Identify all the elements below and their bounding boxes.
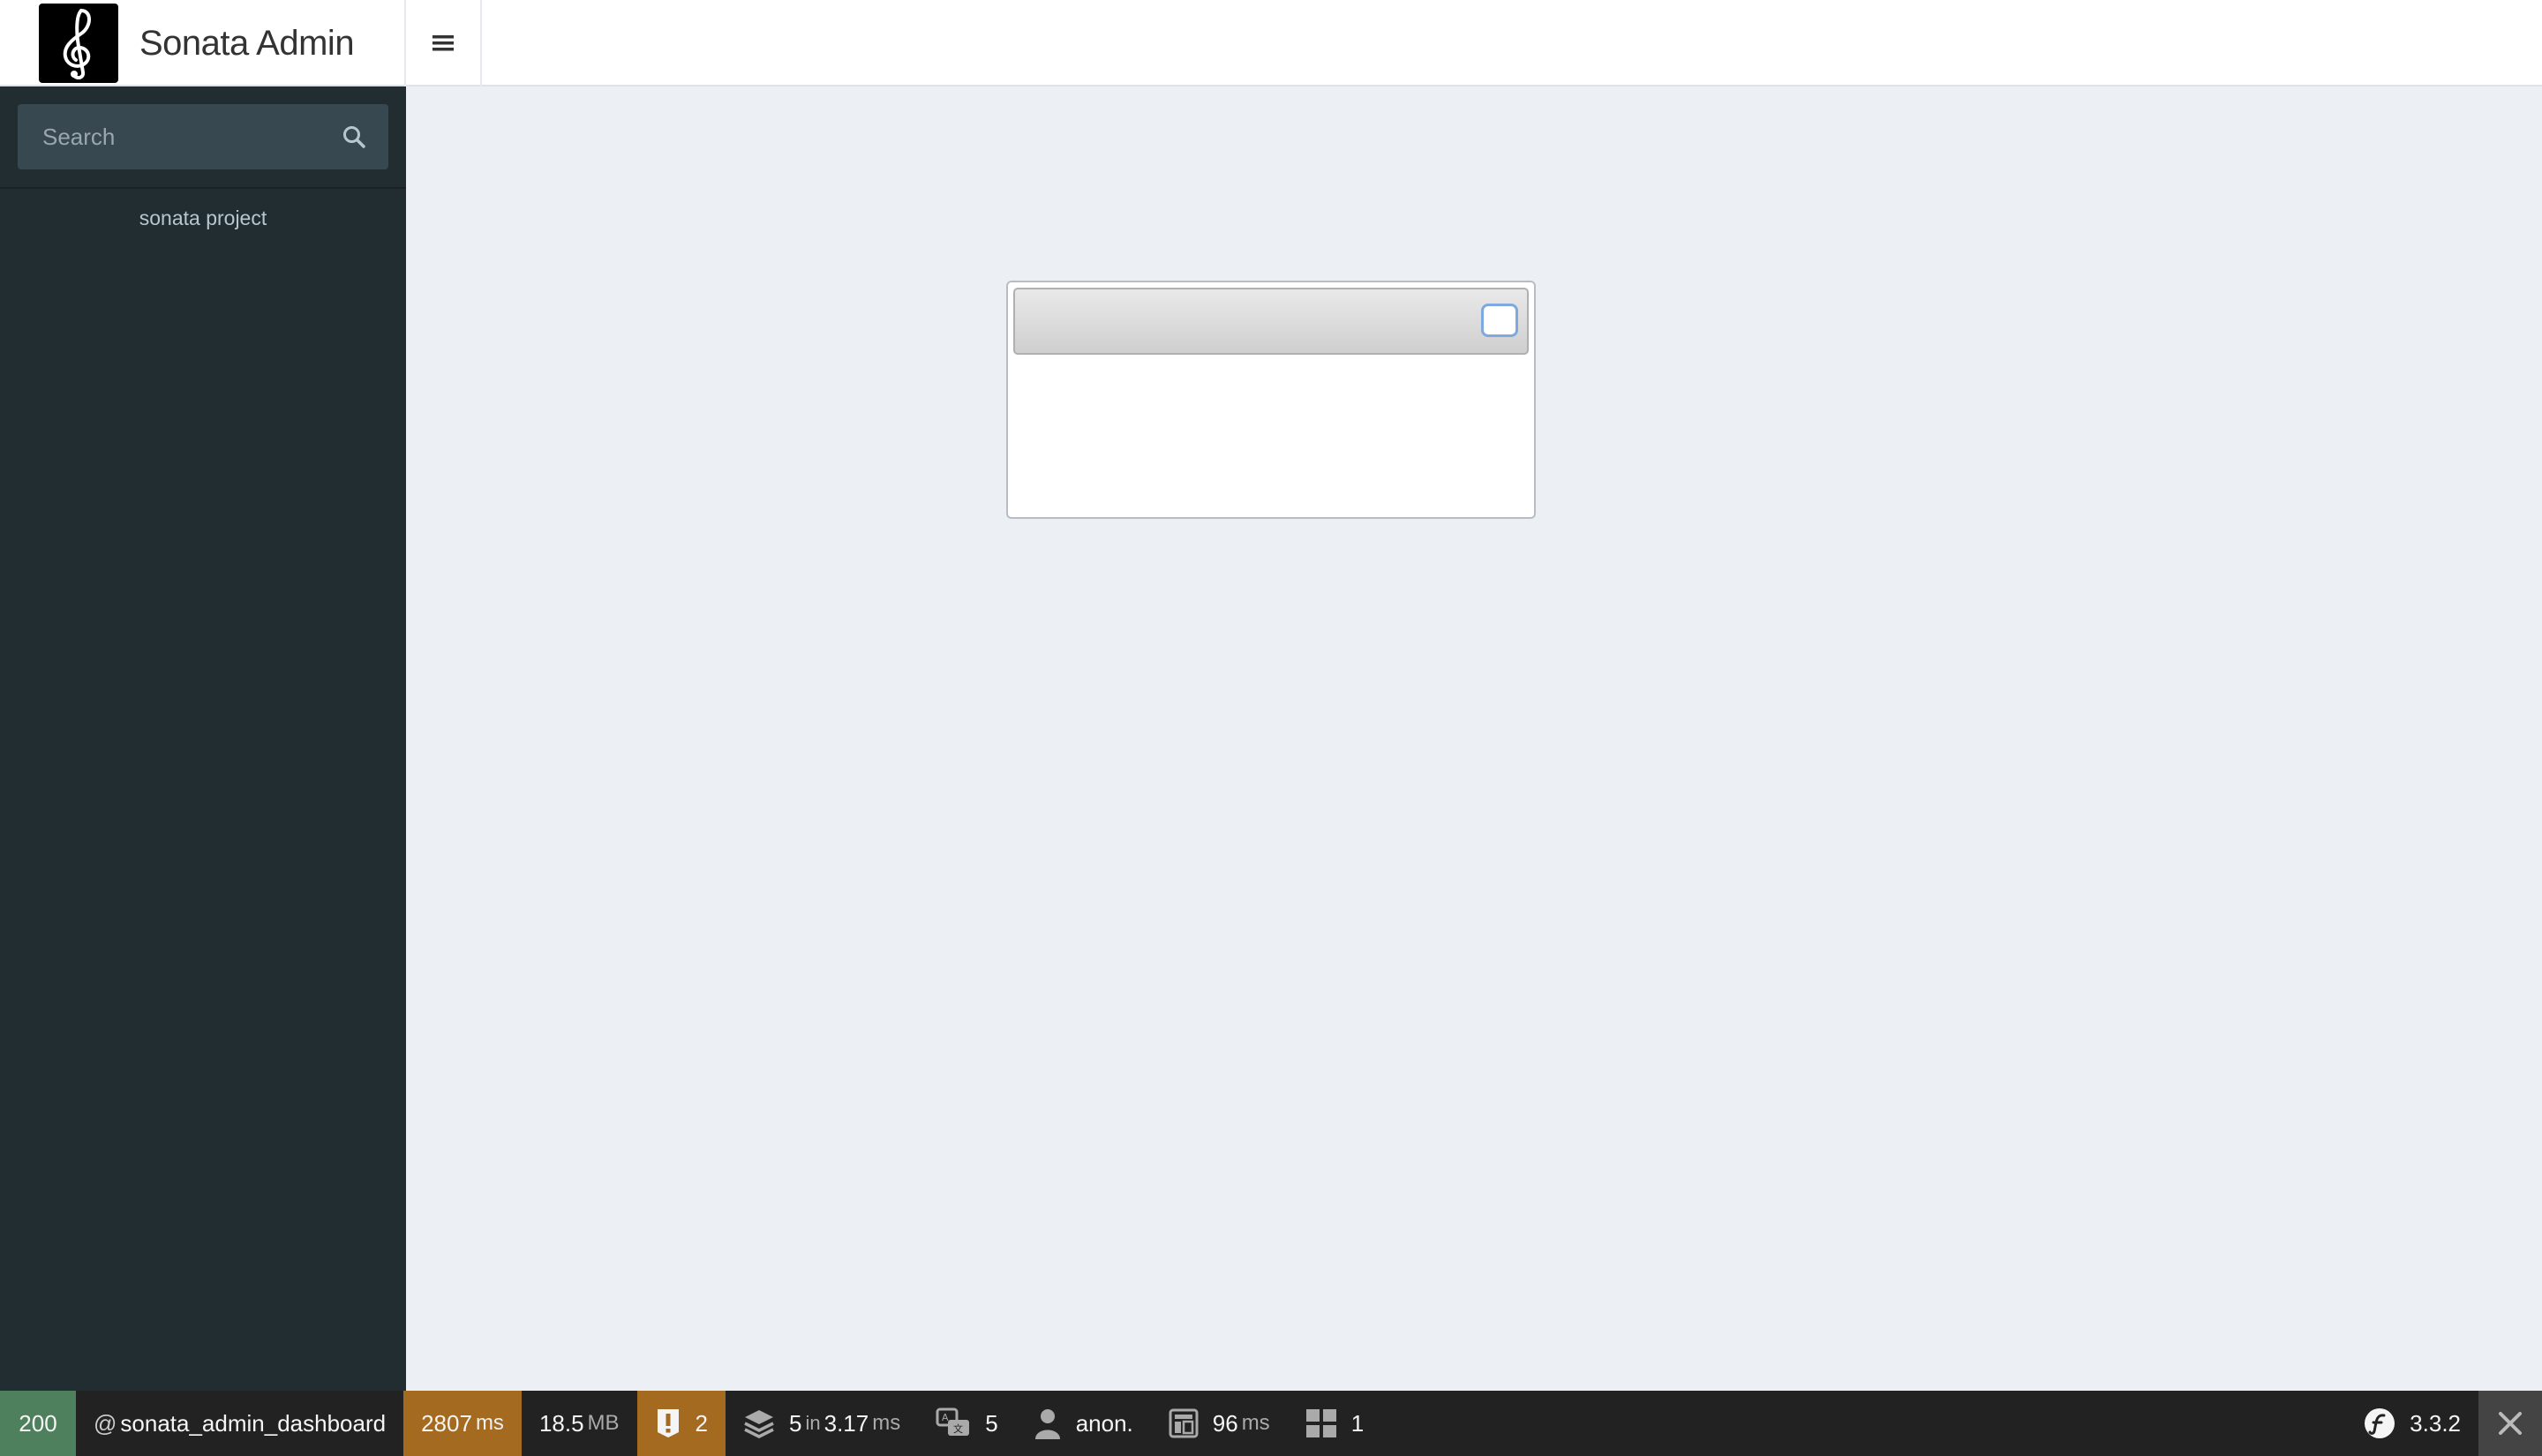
- route-name: sonata_admin_dashboard: [120, 1409, 387, 1437]
- search-input[interactable]: [18, 104, 318, 169]
- debug-toolbar: 200 @ sonata_admin_dashboard 2807 ms 18.…: [0, 1391, 2542, 1456]
- symfony-version: 3.3.2: [2410, 1409, 2461, 1437]
- twig-item[interactable]: 96 ms: [1151, 1391, 1288, 1456]
- sidebar-search-form: [18, 104, 388, 169]
- route-prefix: @: [94, 1409, 117, 1437]
- search-icon: [343, 126, 365, 148]
- svg-text:A: A: [942, 1412, 949, 1423]
- user-icon: [1034, 1407, 1062, 1439]
- request-time-value: 2807: [421, 1409, 472, 1437]
- translation-count: 5: [985, 1409, 998, 1437]
- logo-link[interactable]: Sonata Admin: [0, 0, 406, 86]
- status-code-badge[interactable]: 200: [0, 1391, 76, 1456]
- template-icon: [1169, 1408, 1199, 1438]
- sonata-project-link[interactable]: sonata project: [0, 206, 406, 230]
- memory-item[interactable]: 18.5 MB: [522, 1391, 637, 1456]
- database-item[interactable]: 5 in 3.17 ms: [726, 1391, 918, 1456]
- db-query-count: 5: [789, 1409, 802, 1437]
- route-item[interactable]: @ sonata_admin_dashboard: [76, 1391, 403, 1456]
- twig-time-value: 96: [1212, 1409, 1238, 1437]
- dialog-box: [1006, 281, 1536, 519]
- request-time-item[interactable]: 2807 ms: [403, 1391, 522, 1456]
- translation-item[interactable]: A 文 5: [918, 1391, 1015, 1456]
- sidebar: sonata project: [0, 86, 406, 1391]
- sidebar-toggle-button[interactable]: [406, 0, 482, 86]
- symfony-logo-icon: [2364, 1407, 2395, 1439]
- top-navbar: Sonata Admin: [0, 0, 2542, 86]
- forms-item[interactable]: 1: [1288, 1391, 1381, 1456]
- memory-value: 18.5: [538, 1409, 584, 1437]
- dialog-close-button[interactable]: [1481, 304, 1518, 337]
- logs-count: 2: [695, 1409, 709, 1437]
- db-time-value: 3.17: [824, 1409, 869, 1437]
- translation-icon: A 文: [936, 1407, 971, 1439]
- log-warning-icon: [655, 1407, 681, 1439]
- security-item[interactable]: anon.: [1016, 1391, 1151, 1456]
- twig-time-unit: ms: [1241, 1411, 1270, 1435]
- db-in-label: in: [805, 1412, 821, 1434]
- toolbar-close-button[interactable]: [2478, 1391, 2542, 1456]
- logs-item[interactable]: 2: [636, 1391, 726, 1456]
- forms-count: 1: [1350, 1409, 1365, 1437]
- database-layers-icon: [743, 1407, 775, 1439]
- user-name: anon.: [1075, 1409, 1133, 1437]
- request-time-unit: ms: [475, 1411, 504, 1435]
- close-icon: [2499, 1412, 2522, 1435]
- hamburger-icon: [432, 35, 454, 51]
- db-time-unit: ms: [872, 1411, 901, 1435]
- search-button[interactable]: [337, 120, 371, 154]
- forms-grid-icon: [1305, 1408, 1337, 1438]
- sidebar-divider: [0, 187, 406, 189]
- treble-clef-icon: [39, 4, 118, 83]
- app-title: Sonata Admin: [139, 23, 355, 63]
- svg-text:文: 文: [953, 1422, 963, 1435]
- dialog-titlebar[interactable]: [1013, 288, 1529, 355]
- status-code: 200: [19, 1409, 57, 1437]
- memory-unit: MB: [587, 1411, 620, 1435]
- symfony-version-item[interactable]: 3.3.2: [2346, 1391, 2478, 1456]
